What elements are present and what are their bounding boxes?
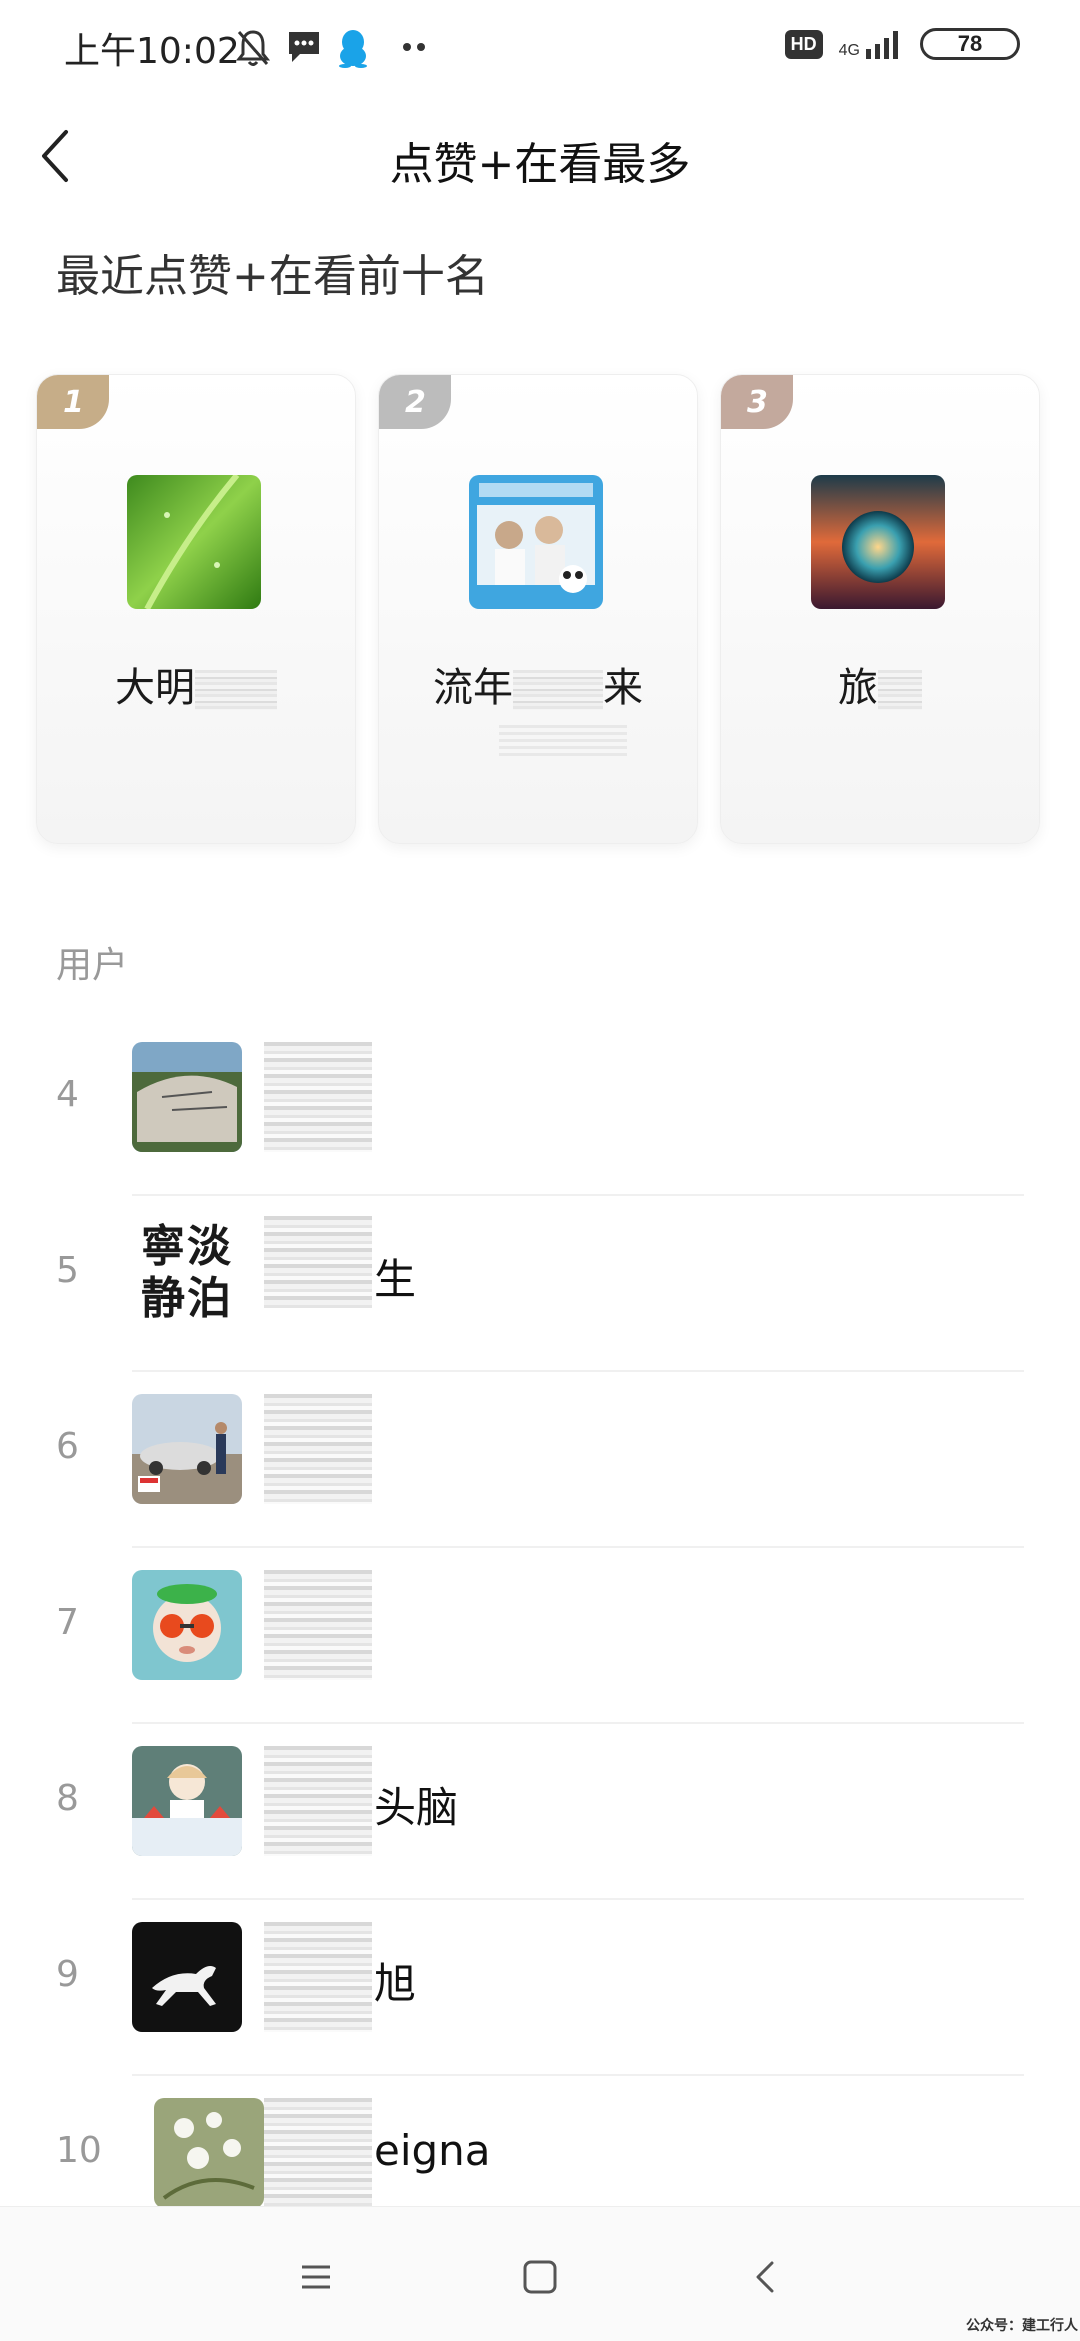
menu-icon[interactable]	[286, 2247, 346, 2307]
redacted-mosaic	[264, 1922, 372, 2032]
rank-badge: 2	[379, 375, 451, 429]
card-name: 流年来	[433, 665, 643, 711]
network-label: 4G	[838, 42, 860, 59]
redacted-mosaic	[264, 2098, 372, 2208]
signal-icon	[866, 31, 898, 59]
page-title: 点赞+在看最多	[389, 139, 691, 190]
row-rank: 10	[56, 2130, 102, 2171]
row-rank: 8	[56, 1778, 79, 1819]
list-item[interactable]: 5 寧淡 静泊 生	[0, 1196, 1080, 1372]
list-item[interactable]: 6	[0, 1372, 1080, 1548]
row-rank: 7	[56, 1602, 79, 1643]
avatar[interactable]: 寧淡 静泊	[132, 1218, 242, 1328]
list-item[interactable]: 9 旭	[0, 1900, 1080, 2076]
redacted-mosaic	[264, 1394, 372, 1504]
row-rank: 9	[56, 1954, 79, 1995]
white-flowers-image	[154, 2098, 264, 2208]
stone-monument-image	[132, 1042, 242, 1152]
list-header: 用户	[56, 945, 129, 986]
top-card-1[interactable]: 1 大明	[36, 374, 356, 844]
man-with-car-image	[132, 1394, 242, 1504]
baby-sunglasses-image	[132, 1570, 242, 1680]
redacted-mosaic	[264, 1746, 372, 1856]
avatar[interactable]	[132, 1570, 242, 1680]
row-name: 头脑	[374, 1783, 459, 1832]
avatar[interactable]	[132, 1922, 242, 2032]
avatar-text: 静泊	[141, 1273, 233, 1324]
section-title: 最近点赞+在看前十名	[56, 251, 489, 302]
avatar[interactable]	[127, 475, 261, 609]
watermark: 公众号：建工行人	[966, 2318, 1078, 2334]
status-time: 上午10:02	[64, 31, 240, 72]
redacted-mosaic	[264, 1570, 372, 1680]
row-rank: 5	[56, 1250, 79, 1291]
top3-cards: 1 大明 2 流年 来 3 旅	[36, 374, 1044, 844]
card-name: 大明	[37, 655, 355, 713]
redacted-mosaic	[499, 725, 627, 757]
avatar[interactable]	[154, 2098, 264, 2208]
list-item[interactable]: 8 头脑	[0, 1724, 1080, 1900]
crystal-ball-image	[811, 475, 945, 609]
silent-bell-icon	[236, 30, 270, 66]
top-card-3[interactable]: 3 旅	[720, 374, 1040, 844]
back-triangle-icon[interactable]	[736, 2247, 796, 2307]
avatar[interactable]	[132, 1746, 242, 1856]
redacted-mosaic	[264, 1042, 372, 1152]
redacted-mosaic	[195, 670, 277, 710]
avatar[interactable]	[811, 475, 945, 609]
cartoon-girl-image	[132, 1746, 242, 1856]
row-name: 旭	[374, 1959, 417, 2008]
navigation-bar: 公众号：建工行人	[0, 2206, 1080, 2341]
white-horse-image	[132, 1922, 242, 2032]
row-rank: 6	[56, 1426, 79, 1467]
row-rank: 4	[56, 1074, 79, 1115]
message-icon	[289, 32, 319, 62]
list-item[interactable]: 7	[0, 1548, 1080, 1724]
qq-penguin-icon	[339, 30, 367, 68]
more-dots-icon	[403, 43, 425, 51]
avatar[interactable]	[132, 1394, 242, 1504]
avatar-text: 寧淡	[141, 1221, 233, 1272]
avatar[interactable]	[469, 475, 603, 609]
redacted-mosaic	[264, 1216, 372, 1308]
shared-future-poster-image	[469, 475, 603, 609]
status-bar: 上午10:02 HD 4G 78	[0, 0, 1080, 100]
rank-badge: 1	[37, 375, 109, 429]
leaf-avatar-image	[127, 475, 261, 609]
redacted-mosaic	[878, 670, 922, 710]
hd-badge: HD	[784, 29, 823, 59]
battery-indicator: 78	[920, 28, 1020, 60]
battery-level: 78	[957, 31, 983, 56]
row-name: eigna	[374, 2126, 491, 2175]
home-square-icon[interactable]	[510, 2247, 570, 2307]
list-item[interactable]: 4	[0, 1020, 1080, 1196]
top-card-2[interactable]: 2 流年来	[378, 374, 698, 844]
redacted-mosaic	[513, 670, 603, 710]
avatar[interactable]	[132, 1042, 242, 1152]
card-name: 旅	[721, 655, 1039, 713]
rank-badge: 3	[721, 375, 793, 429]
row-name: 生	[374, 1255, 417, 1304]
